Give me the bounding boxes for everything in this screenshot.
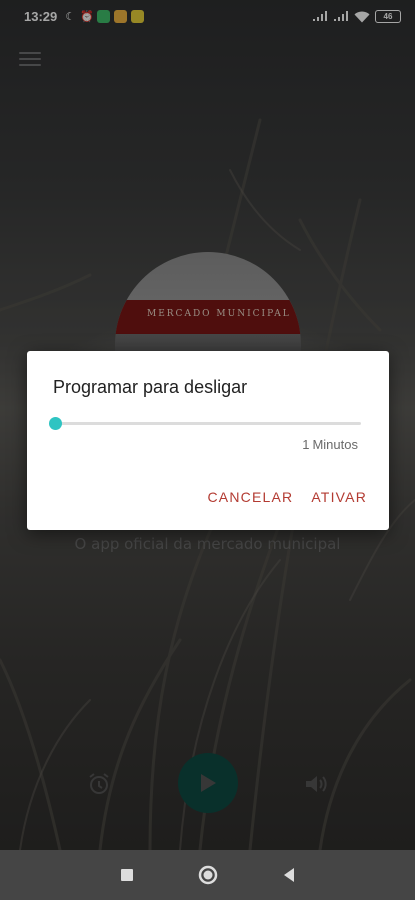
cancel-button[interactable]: CANCELAR (207, 489, 293, 505)
dialog-actions: CANCELAR ATIVAR (207, 489, 367, 505)
square-icon[interactable] (120, 868, 134, 882)
sleep-timer-dialog: Programar para desligar 1 Minutos CANCELA… (27, 351, 389, 530)
minutes-slider-thumb[interactable] (49, 417, 62, 430)
system-nav-bar (0, 850, 415, 900)
minutes-readout: 1 Minutos (302, 437, 361, 452)
triangle-back-icon[interactable] (282, 867, 296, 883)
activate-button[interactable]: ATIVAR (311, 489, 367, 505)
minutes-value: 1 (302, 437, 310, 452)
circle-icon[interactable] (198, 865, 218, 885)
minutes-slider-track[interactable] (55, 422, 361, 425)
dialog-title: Programar para desligar (53, 377, 248, 397)
minutes-unit: Minutos (312, 437, 358, 452)
